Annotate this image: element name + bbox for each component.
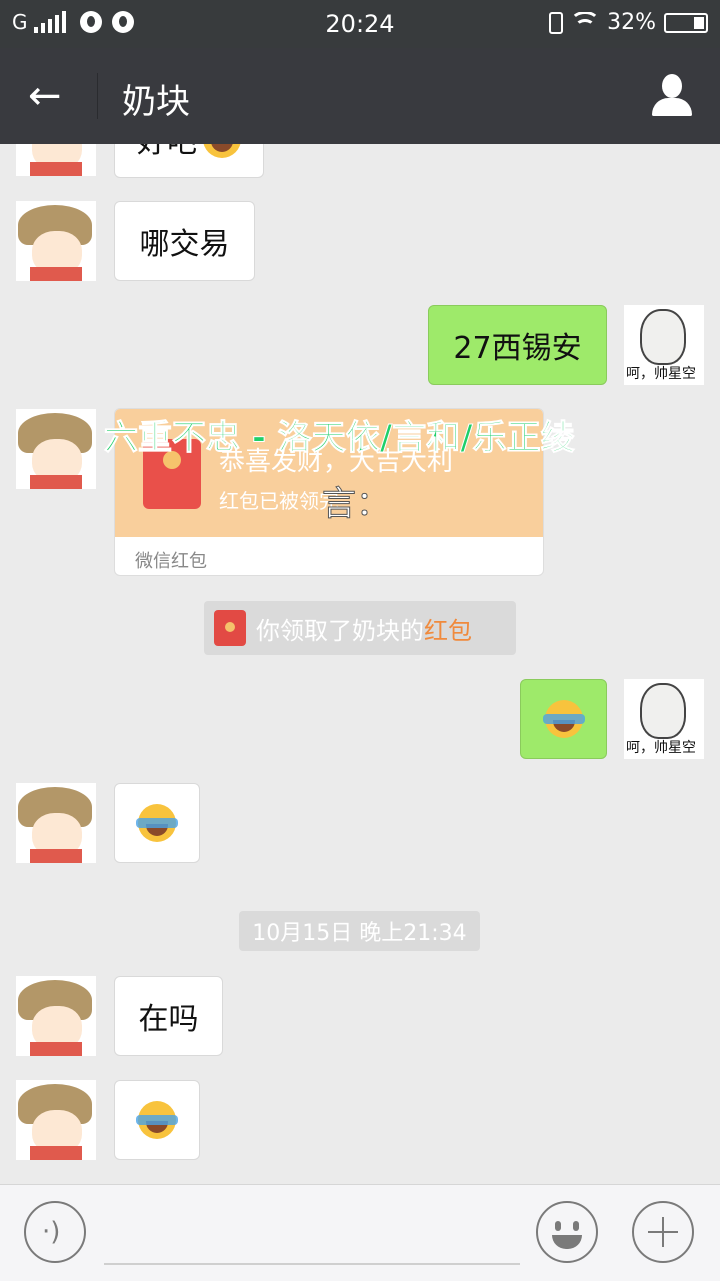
message-text: 在吗 (138, 1002, 199, 1037)
incoming-bubble[interactable] (114, 783, 200, 863)
contact-avatar[interactable] (16, 144, 96, 176)
message-input[interactable] (104, 1263, 520, 1265)
avatar-caption: 呵，帅星空 (626, 366, 696, 382)
red-envelope-icon (214, 610, 246, 646)
battery-percent: 32% (607, 10, 656, 35)
lyric-overlay-line1: 六重不忠 - 洛天依/言和/乐正绫 (104, 418, 576, 459)
message-text: 27西锡安 (453, 331, 582, 366)
voice-icon[interactable]: ·) (24, 1201, 86, 1263)
red-packet-notice: 你领取了奶块的 红包 (204, 601, 516, 655)
facepalm-laugh-emoji-icon (203, 144, 241, 158)
incoming-bubble[interactable] (114, 1080, 200, 1160)
divider (97, 73, 98, 119)
smile-icon[interactable] (536, 1201, 598, 1263)
notice-text: 你领取了奶块的 (256, 616, 424, 645)
chat-area[interactable]: 好吧 哪交易 27西锡安 呵，帅星空 恭喜发财，大吉大利 红包已被领完 微信红包… (0, 144, 720, 1184)
timestamp: 10月15日 晚上21:34 (239, 911, 480, 951)
facepalm-laugh-emoji-icon (136, 1101, 178, 1139)
contact-avatar[interactable] (16, 201, 96, 281)
notice-link[interactable]: 红包 (424, 611, 472, 646)
wifi-icon (571, 11, 600, 34)
incoming-bubble[interactable]: 好吧 (114, 144, 264, 178)
incoming-bubble[interactable]: 哪交易 (114, 201, 255, 281)
person-icon[interactable] (648, 72, 696, 120)
contact-avatar[interactable] (16, 409, 96, 489)
status-bar: G 20:24 32% (0, 0, 720, 48)
outgoing-bubble[interactable]: 27西锡安 (428, 305, 607, 385)
red-packet-footer: 微信红包 (135, 551, 207, 572)
incoming-bubble[interactable]: 在吗 (114, 976, 223, 1056)
message-text: 哪交易 (139, 227, 230, 262)
chat-title: 奶块 (122, 82, 190, 122)
contact-avatar[interactable] (16, 976, 96, 1056)
avatar-caption: 呵，帅星空 (626, 740, 696, 756)
input-bar: ·) (0, 1184, 720, 1281)
message-text: 好吧 (137, 144, 197, 161)
my-avatar[interactable]: 呵，帅星空 (624, 679, 704, 759)
status-right: 32% (549, 10, 708, 35)
title-bar: ← 奶块 (0, 48, 720, 144)
red-packet-status: 红包已被领完 (219, 489, 339, 513)
back-arrow-icon[interactable]: ← (28, 76, 68, 116)
facepalm-laugh-emoji-icon (136, 804, 178, 842)
contact-avatar[interactable] (16, 783, 96, 863)
facepalm-laugh-emoji-icon (542, 700, 585, 738)
battery-icon (664, 12, 708, 33)
my-avatar[interactable]: 呵，帅星空 (624, 305, 704, 385)
plus-icon[interactable] (632, 1201, 694, 1263)
contact-avatar[interactable] (16, 1080, 96, 1160)
outgoing-bubble[interactable] (520, 679, 607, 759)
lyric-overlay-line2: 言： (322, 484, 391, 525)
vibrate-icon (549, 11, 564, 34)
